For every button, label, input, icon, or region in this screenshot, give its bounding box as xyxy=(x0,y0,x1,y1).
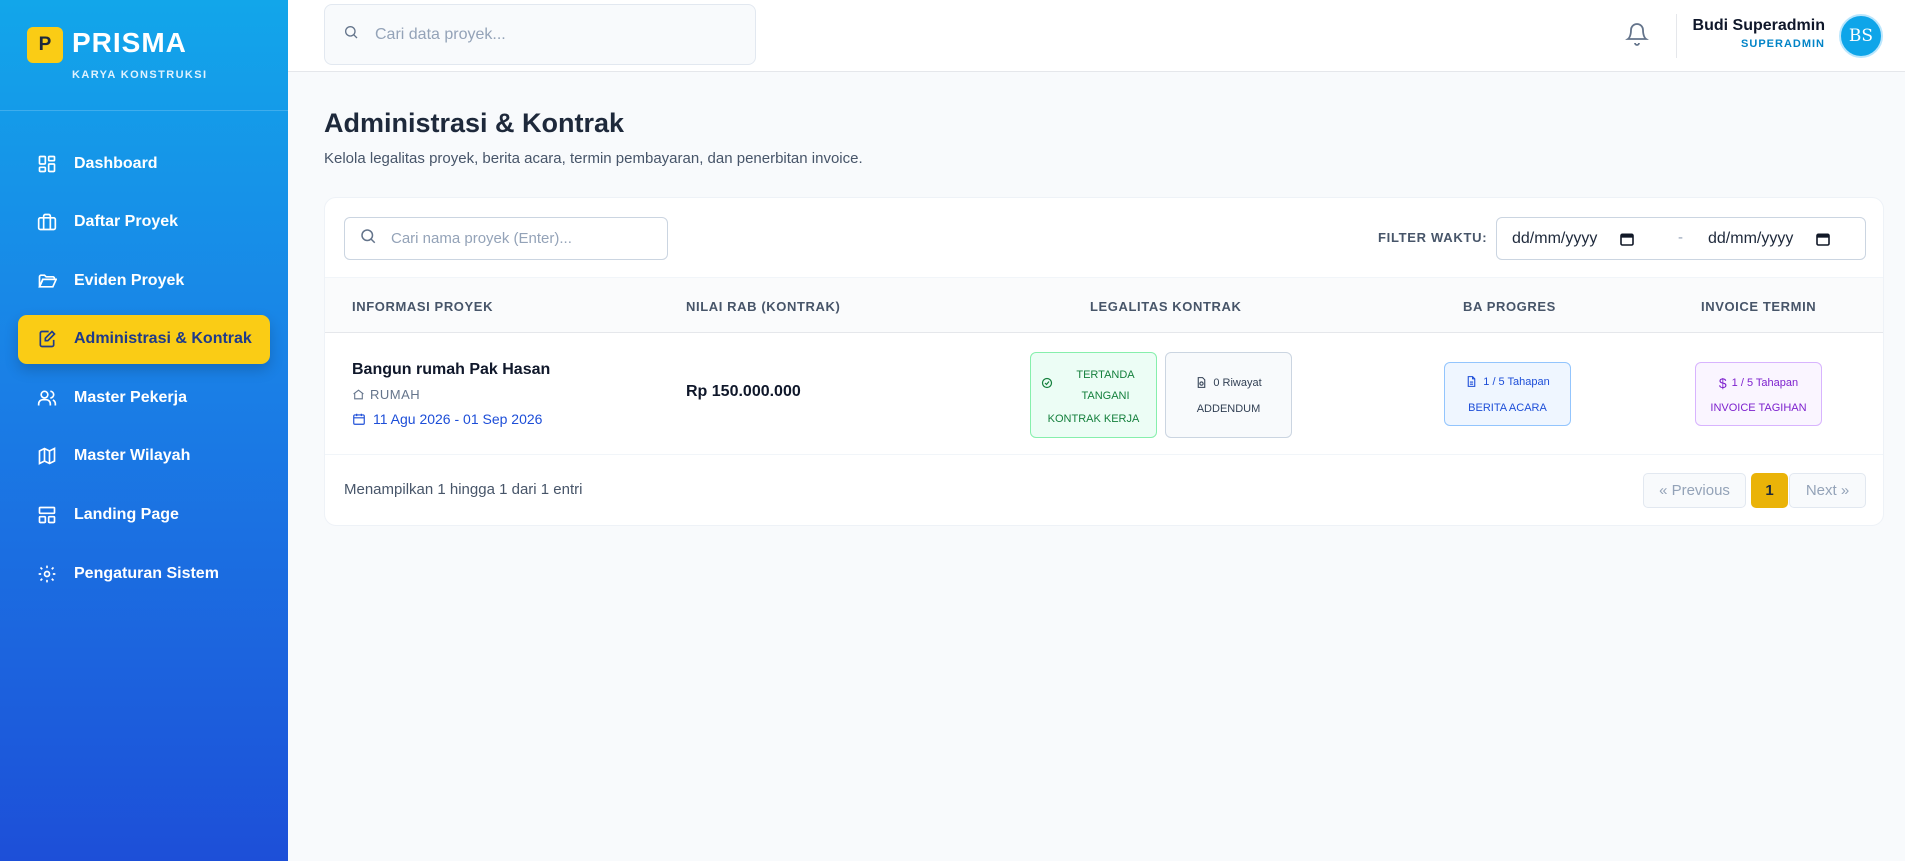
search-icon xyxy=(359,227,377,250)
check-circle-icon xyxy=(1041,377,1053,392)
sidebar-item-label: Dashboard xyxy=(74,154,158,172)
invoice-count: 1 / 5 Tahapan xyxy=(1731,377,1799,389)
column-header: INVOICE TERMIN xyxy=(1701,299,1817,314)
sidebar-item-label: Master Wilayah xyxy=(74,447,191,465)
sidebar-item-master-wilayah[interactable]: Master Wilayah xyxy=(18,432,270,481)
column-header: LEGALITAS KONTRAK xyxy=(1090,299,1242,314)
home-icon xyxy=(352,388,365,401)
sidebar-item-pengaturan-sistem[interactable]: Pengaturan Sistem xyxy=(18,549,270,598)
search-icon xyxy=(343,24,359,45)
brand: P PRISMA KARYA KONSTRUKSI xyxy=(0,0,288,111)
project-date-range: 11 Agu 2026 - 01 Sep 2026 xyxy=(373,411,543,427)
folder-open-icon xyxy=(36,270,58,292)
date-from-value: dd/mm/yyyy xyxy=(1512,229,1598,247)
sidebar-item-label: Daftar Proyek xyxy=(74,213,179,231)
avatar[interactable]: BS xyxy=(1839,14,1883,58)
table-header: INFORMASI PROYEK NILAI RAB (KONTRAK) LEG… xyxy=(325,278,1883,333)
project-search-placeholder: Cari nama proyek (Enter)... xyxy=(391,230,572,247)
table-row: Bangun rumah Pak Hasan RUMAH 11 Agu 2026… xyxy=(325,333,1883,455)
pagination-info: Menampilkan 1 hingga 1 dari 1 entri xyxy=(344,481,583,498)
brand-name: PRISMA xyxy=(72,27,187,58)
project-search-input[interactable]: Cari nama proyek (Enter)... xyxy=(344,217,668,260)
project-type: RUMAH xyxy=(352,387,420,402)
layout-icon xyxy=(36,504,58,526)
project-dates: 11 Agu 2026 - 01 Sep 2026 xyxy=(352,411,542,427)
sidebar-item-daftar-proyek[interactable]: Daftar Proyek xyxy=(18,198,270,247)
bell-icon[interactable] xyxy=(1625,22,1651,48)
page-subtitle: Kelola legalitas proyek, berita acara, t… xyxy=(324,150,863,167)
gear-icon xyxy=(36,563,58,585)
sidebar-nav: Dashboard Daftar Proyek Eviden Proyek Ad… xyxy=(18,139,270,608)
dollar-icon: $ xyxy=(1718,375,1727,391)
column-header: BA PROGRES xyxy=(1463,299,1556,314)
sidebar: P PRISMA KARYA KONSTRUKSI Dashboard Daft… xyxy=(0,0,288,861)
date-separator: - xyxy=(1678,229,1683,246)
page-1-button[interactable]: 1 xyxy=(1751,473,1788,508)
kontrak-status-line1: TERTANDA xyxy=(1076,369,1135,381)
ba-label: BERITA ACARA xyxy=(1468,402,1547,414)
ba-count: 1 / 5 Tahapan xyxy=(1483,375,1550,388)
date-to-value: dd/mm/yyyy xyxy=(1708,229,1794,247)
table-toolbar: Cari nama proyek (Enter)... FILTER WAKTU… xyxy=(325,198,1883,278)
contracts-card: Cari nama proyek (Enter)... FILTER WAKTU… xyxy=(324,197,1884,526)
column-header: INFORMASI PROYEK xyxy=(352,299,494,314)
date-range-filter: dd/mm/yyyy - dd/mm/yyyy xyxy=(1496,217,1866,260)
date-from-field[interactable]: dd/mm/yyyy xyxy=(1512,218,1662,259)
sidebar-item-label: Administrasi & Kontrak xyxy=(74,330,252,348)
file-edit-icon xyxy=(36,328,58,350)
kontrak-kerja-badge[interactable]: TERTANDA TANGANI KONTRAK KERJA xyxy=(1030,352,1157,438)
sidebar-item-label: Landing Page xyxy=(74,506,179,524)
kontrak-label: KONTRAK KERJA xyxy=(1047,413,1140,425)
document-icon xyxy=(1465,375,1478,388)
invoice-label: INVOICE TAGIHAN xyxy=(1710,402,1807,414)
dashboard-icon xyxy=(36,153,58,175)
sidebar-item-master-pekerja[interactable]: Master Pekerja xyxy=(18,373,270,422)
kontrak-status-line2: TANGANI xyxy=(1081,390,1130,402)
users-icon xyxy=(36,387,58,409)
previous-page-button[interactable]: « Previous xyxy=(1643,473,1746,508)
next-page-button[interactable]: Next » xyxy=(1789,473,1866,508)
brand-subtitle: KARYA KONSTRUKSI xyxy=(72,69,208,81)
sidebar-item-label: Master Pekerja xyxy=(74,388,187,406)
filter-label: FILTER WAKTU: xyxy=(1378,230,1488,245)
file-history-icon xyxy=(1195,376,1208,389)
brand-logo: P xyxy=(27,27,63,63)
sidebar-item-label: Pengaturan Sistem xyxy=(74,564,219,582)
sidebar-item-eviden-proyek[interactable]: Eviden Proyek xyxy=(18,256,270,305)
calendar-icon xyxy=(352,412,366,426)
date-to-field[interactable]: dd/mm/yyyy xyxy=(1708,218,1858,259)
sidebar-item-label: Eviden Proyek xyxy=(74,271,185,289)
berita-acara-badge[interactable]: 1 / 5 Tahapan BERITA ACARA xyxy=(1444,362,1571,426)
calendar-icon[interactable] xyxy=(1619,231,1635,247)
sidebar-item-dashboard[interactable]: Dashboard xyxy=(18,139,270,188)
user-name: Budi Superadmin xyxy=(1692,17,1825,34)
invoice-badge[interactable]: $ 1 / 5 Tahapan INVOICE TAGIHAN xyxy=(1695,362,1822,426)
page-title: Administrasi & Kontrak xyxy=(324,108,625,138)
table-footer: Menampilkan 1 hingga 1 dari 1 entri « Pr… xyxy=(325,455,1883,525)
top-header: Cari data proyek... Budi Superadmin SUPE… xyxy=(288,0,1905,72)
addendum-count: 0 Riwayat xyxy=(1213,376,1262,389)
sidebar-item-landing-page[interactable]: Landing Page xyxy=(18,491,270,540)
global-search-placeholder: Cari data proyek... xyxy=(375,25,506,43)
nilai-rab: Rp 150.000.000 xyxy=(686,383,801,400)
calendar-icon[interactable] xyxy=(1815,231,1831,247)
map-icon xyxy=(36,445,58,467)
briefcase-icon xyxy=(36,211,58,233)
global-search-input[interactable]: Cari data proyek... xyxy=(324,4,756,65)
addendum-badge[interactable]: 0 Riwayat ADDENDUM xyxy=(1165,352,1292,438)
project-name[interactable]: Bangun rumah Pak Hasan xyxy=(352,361,550,379)
user-role: SUPERADMIN xyxy=(1741,38,1825,50)
addendum-label: ADDENDUM xyxy=(1196,403,1261,415)
project-type-label: RUMAH xyxy=(370,387,421,402)
sidebar-item-administrasi-kontrak[interactable]: Administrasi & Kontrak xyxy=(18,314,270,364)
column-header: NILAI RAB (KONTRAK) xyxy=(686,299,841,314)
header-divider xyxy=(1676,14,1677,58)
